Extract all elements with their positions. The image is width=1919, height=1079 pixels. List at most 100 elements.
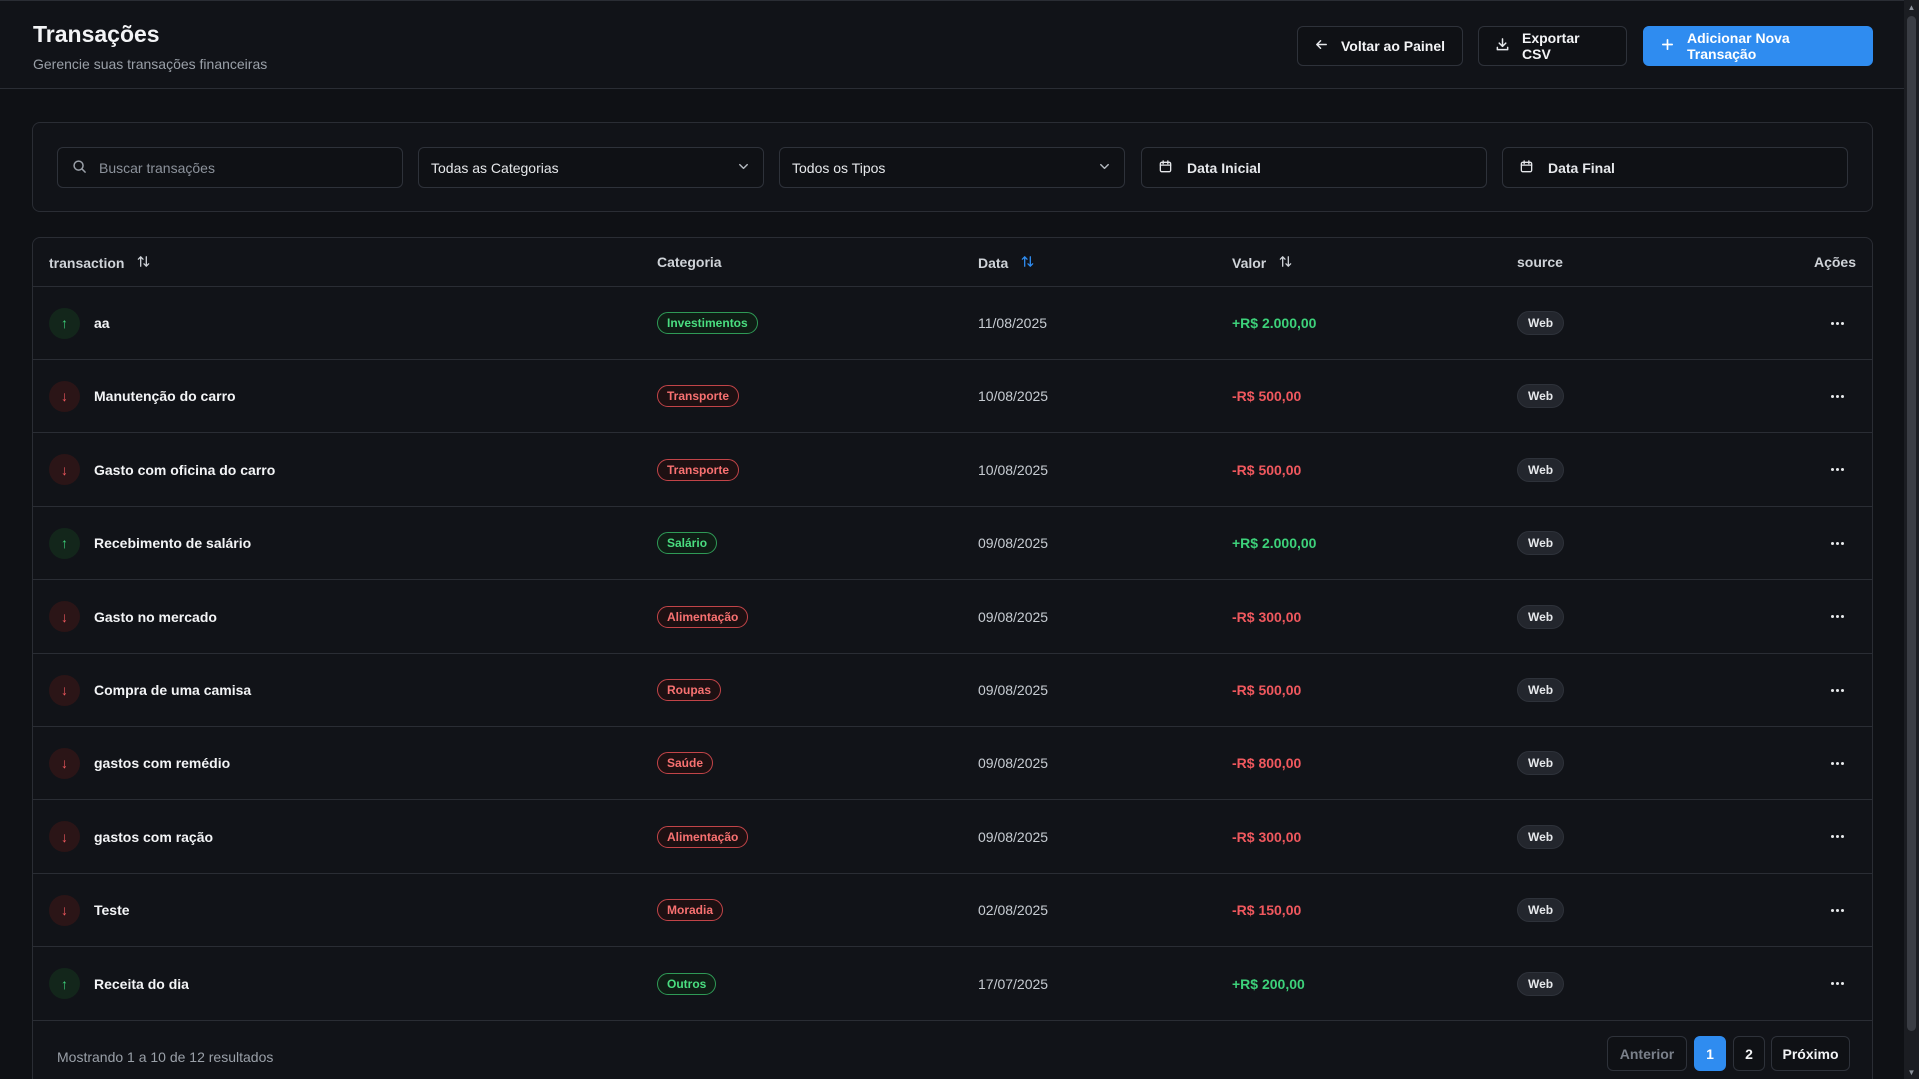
table-footer: Mostrando 1 a 10 de 12 resultados Anteri… (33, 1021, 1872, 1079)
transaction-cell: ↓ Compra de uma camisa (49, 654, 251, 726)
arrow-left-icon (1314, 37, 1329, 55)
page-title: Transações (33, 21, 160, 47)
category-badge: Saúde (657, 752, 714, 775)
previous-page-button[interactable]: Anterior (1607, 1036, 1687, 1071)
transaction-description: Manutenção do carro (94, 388, 236, 405)
calendar-icon (1519, 159, 1534, 177)
table-row[interactable]: ↓ Gasto com oficina do carro Transporte 10/… (33, 434, 1872, 507)
amount-cell: -R$ 300,00 (1232, 608, 1302, 625)
more-horizontal-icon[interactable] (1831, 360, 1844, 432)
more-horizontal-icon[interactable] (1831, 948, 1844, 1020)
page-1-button[interactable]: 1 (1694, 1036, 1726, 1071)
table-row[interactable]: ↓ gastos com remédio Saúde 09/08/2025 -R$ 80… (33, 727, 1872, 801)
page-header: Transações Gerencie suas transações fina… (0, 0, 1904, 89)
arrow-up-icon: ↑ (49, 968, 80, 1000)
column-header-label: Data (978, 255, 1009, 271)
back-to-dashboard-button[interactable]: Voltar ao Painel (1297, 26, 1463, 66)
more-horizontal-icon[interactable] (1831, 507, 1844, 579)
sort-icon[interactable] (1278, 254, 1293, 272)
category-badge: Alimentação (657, 825, 749, 848)
table-row[interactable]: ↓ Compra de uma camisa Roupas 09/08/2025 -R$… (33, 654, 1872, 727)
transaction-cell: ↑ aa (49, 287, 110, 359)
source-badge: Web (1517, 824, 1565, 849)
sort-icon[interactable] (136, 254, 151, 272)
scroll-up-arrow-icon[interactable]: ▲ (1904, 0, 1919, 14)
category-select[interactable]: Todas as Categorias (418, 147, 764, 188)
source-cell: Web (1517, 507, 1565, 579)
search-input[interactable] (99, 159, 379, 176)
more-horizontal-icon[interactable] (1831, 654, 1844, 726)
scrollbar-thumb[interactable] (1907, 16, 1916, 1031)
category-badge: Alimentação (657, 605, 749, 628)
transaction-cell: ↓ Teste (49, 874, 130, 946)
table-row[interactable]: ↓ gastos com ração Alimentação 09/08/2025 -R… (33, 801, 1872, 874)
start-date-picker[interactable]: Data Inicial (1141, 147, 1487, 188)
calendar-icon (1158, 159, 1173, 177)
column-header-actions: Ações (1814, 254, 1856, 270)
source-cell: Web (1517, 434, 1565, 506)
more-horizontal-icon[interactable] (1831, 801, 1844, 873)
next-page-button[interactable]: Próximo (1771, 1036, 1850, 1071)
column-header-transaction[interactable]: transaction (49, 254, 151, 272)
more-horizontal-icon[interactable] (1831, 434, 1844, 506)
arrow-up-icon: ↑ (49, 527, 80, 559)
search-field[interactable] (57, 147, 403, 188)
category-badge: Salário (657, 532, 718, 555)
category-cell: Transporte (657, 360, 740, 432)
more-horizontal-icon[interactable] (1831, 581, 1844, 653)
table-header: transaction Categoria Data Valor source … (33, 238, 1872, 287)
category-cell: Alimentação (657, 801, 749, 873)
add-transaction-button[interactable]: Adicionar Nova Transação (1643, 26, 1873, 66)
more-horizontal-icon[interactable] (1831, 287, 1844, 359)
date-cell: 09/08/2025 (978, 535, 1049, 552)
transaction-description: Gasto com oficina do carro (94, 461, 276, 478)
transaction-description: gastos com remédio (94, 755, 231, 772)
scroll-down-arrow-icon[interactable]: ▼ (1904, 1065, 1919, 1079)
source-cell: Web (1517, 727, 1565, 799)
transaction-cell: ↑ Recebimento de salário (49, 507, 251, 579)
table-row[interactable]: ↓ Gasto no mercado Alimentação 09/08/2025 -R… (33, 581, 1872, 654)
transaction-description: Gasto no mercado (94, 608, 217, 625)
results-summary: Mostrando 1 a 10 de 12 resultados (57, 1049, 274, 1065)
amount-cell: -R$ 500,00 (1232, 461, 1302, 478)
export-csv-button[interactable]: Exportar CSV (1478, 26, 1627, 66)
column-header-label: Categoria (657, 254, 722, 270)
source-badge: Web (1517, 898, 1565, 923)
amount-cell: +R$ 2.000,00 (1232, 315, 1317, 331)
end-date-picker[interactable]: Data Final (1502, 147, 1848, 188)
arrow-down-icon: ↓ (49, 747, 80, 779)
source-cell: Web (1517, 801, 1565, 873)
category-badge: Transporte (657, 385, 740, 408)
back-button-label: Voltar ao Painel (1341, 38, 1445, 54)
amount-cell: +R$ 2.000,00 (1232, 535, 1317, 552)
source-cell: Web (1517, 581, 1565, 653)
chevron-down-icon (1097, 159, 1112, 177)
category-cell: Transporte (657, 434, 740, 506)
page-2-button[interactable]: 2 (1733, 1036, 1765, 1071)
table-row[interactable]: ↑ Recebimento de salário Salário 09/08/2025… (33, 507, 1872, 581)
table-row[interactable]: ↓ Teste Moradia 02/08/2025 -R$ 150,00 Web (33, 874, 1872, 948)
column-header-label: Ações (1813, 254, 1856, 270)
page-scrollbar[interactable]: ▲ ▼ (1904, 0, 1919, 1079)
amount-cell: -R$ 500,00 (1232, 682, 1302, 698)
table-row[interactable]: ↑ aa Investimentos 11/08/2025 +R$ 2.000,00 We… (33, 287, 1872, 360)
transaction-cell: ↑ Receita do dia (49, 948, 189, 1020)
table-row[interactable]: ↓ Manutenção do carro Transporte 10/08/2025… (33, 360, 1872, 434)
add-button-label: Adicionar Nova Transação (1687, 30, 1790, 62)
start-date-label: Data Inicial (1187, 159, 1261, 176)
source-cell: Web (1517, 287, 1565, 359)
more-horizontal-icon[interactable] (1831, 727, 1844, 799)
search-icon (72, 159, 87, 177)
transaction-cell: ↓ gastos com ração (49, 801, 213, 873)
more-horizontal-icon[interactable] (1831, 874, 1844, 946)
category-cell: Alimentação (657, 581, 749, 653)
column-header-amount[interactable]: Valor (1232, 254, 1293, 272)
column-header-date[interactable]: Data (978, 254, 1035, 272)
amount-cell: +R$ 200,00 (1232, 975, 1305, 992)
table-row[interactable]: ↑ Receita do dia Outros 17/07/2025 +R$ 200,0… (33, 948, 1872, 1021)
type-select[interactable]: Todos os Tipos (779, 147, 1125, 188)
sort-icon[interactable] (1020, 254, 1035, 272)
source-badge: Web (1517, 751, 1565, 776)
transactions-table: transaction Categoria Data Valor source … (32, 237, 1873, 1079)
type-select-value: Todos os Tipos (792, 159, 886, 176)
